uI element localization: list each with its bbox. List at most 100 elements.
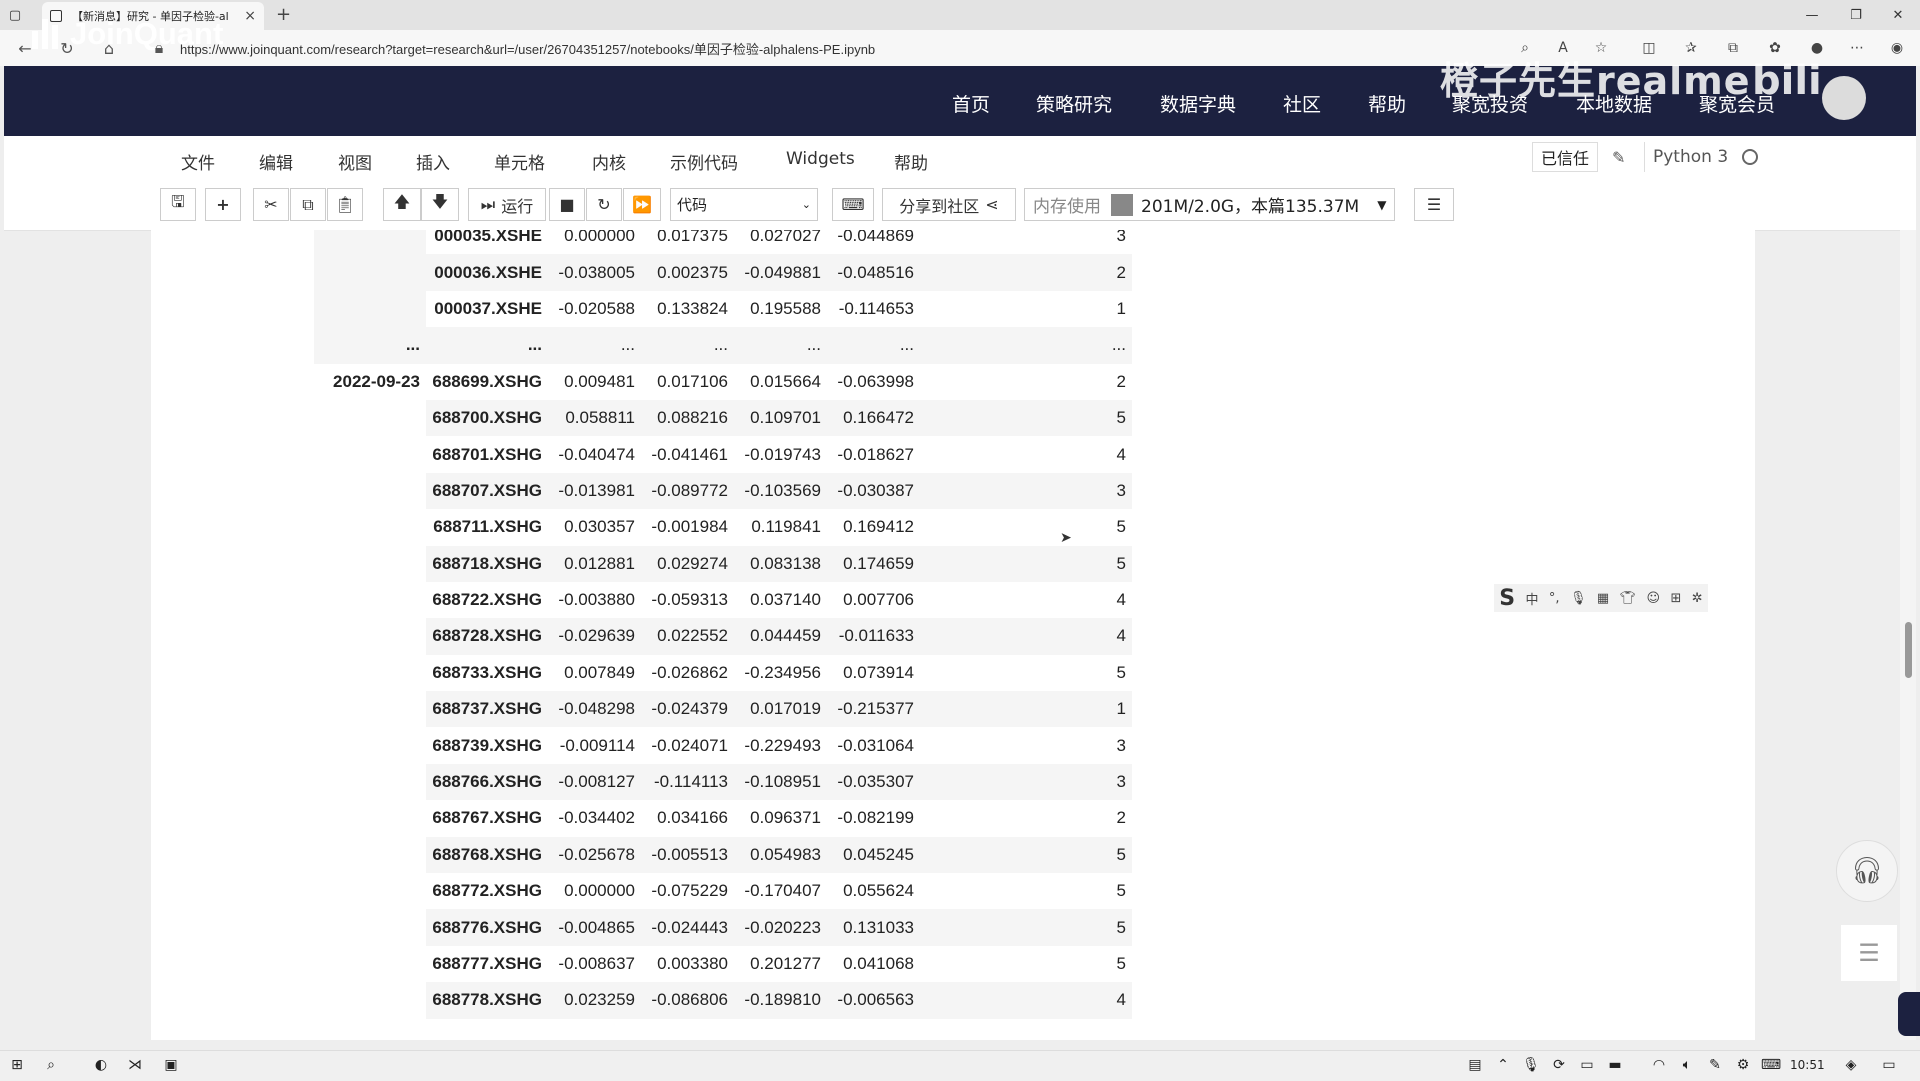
tray-battery-icon[interactable]: ▬	[1600, 1050, 1630, 1080]
tray-expand-icon[interactable]: ⌃	[1488, 1050, 1518, 1080]
edit-pencil-icon[interactable]: ✎	[1612, 148, 1625, 167]
arrow-down-icon[interactable]: 🡇	[421, 188, 459, 221]
tray-app-icon[interactable]: ▤	[1460, 1050, 1490, 1080]
menu-cell[interactable]: 单元格	[494, 149, 545, 174]
paste-icon[interactable]: 📋︎	[327, 188, 363, 221]
nav-help[interactable]: 帮助	[1368, 90, 1406, 117]
row-quantile: ...	[920, 327, 1132, 364]
vscode-icon[interactable]: ⋊	[120, 1050, 150, 1080]
tray-keyboard-icon[interactable]: ⌨	[1756, 1050, 1786, 1080]
row-value: -0.063998	[837, 371, 914, 391]
memory-usage[interactable]: 内存使用 201M/2.0G，本篇135.37M ▼	[1024, 188, 1396, 221]
row-quantile: 2	[1116, 371, 1126, 391]
row-date	[314, 509, 426, 545]
row-value: -0.170407	[744, 881, 821, 901]
menu-edit[interactable]: 编辑	[259, 149, 293, 174]
row-value: -0.041461	[651, 444, 728, 464]
minimize-icon[interactable]: —	[1790, 0, 1834, 30]
punctuation-icon[interactable]: °,	[1549, 591, 1560, 606]
headset-icon[interactable]: 🎧︎	[1836, 840, 1898, 902]
site-logo[interactable]: JoinQuant	[32, 16, 223, 52]
row-value: -0.008127	[548, 763, 641, 801]
ime-toolbar[interactable]: S 中 °, 🎙︎ ▦ 👕︎ ☺ ⊞ ✲	[1494, 584, 1708, 612]
fast-forward-icon[interactable]: ⏩	[623, 188, 661, 221]
restore-icon[interactable]: ❐	[1834, 0, 1878, 30]
nav-data-dictionary[interactable]: 数据字典	[1160, 90, 1236, 117]
nav-home[interactable]: 首页	[952, 90, 990, 117]
tray-mic-icon[interactable]: 🎙︎	[1516, 1050, 1546, 1080]
copilot-icon[interactable]: ◉	[1882, 30, 1912, 66]
row-value: -0.030387	[827, 472, 920, 510]
nav-strategy-research[interactable]: 策略研究	[1036, 90, 1112, 117]
row-date	[314, 618, 426, 654]
menu-file[interactable]: 文件	[181, 149, 215, 174]
cell-type-value: 代码	[677, 196, 708, 214]
row-quantile: 5	[920, 399, 1132, 437]
url-input[interactable]: https://www.joinquant.com/research?targe…	[180, 39, 875, 58]
cut-icon[interactable]: ✂	[253, 188, 289, 221]
app-icon[interactable]: ▣	[156, 1050, 186, 1080]
menu-kernel[interactable]: 内核	[592, 149, 626, 174]
tab-close-icon[interactable]: ×	[244, 8, 256, 24]
run-button[interactable]: ⏭ 运行	[468, 188, 546, 221]
menu-widgets[interactable]: Widgets	[786, 149, 855, 169]
copy-icon[interactable]: ⧉	[290, 188, 326, 221]
side-tab[interactable]	[1898, 992, 1920, 1036]
start-icon[interactable]: ⊞	[2, 1050, 32, 1080]
row-code: 688767.XSHG	[432, 808, 542, 828]
clock-time[interactable]: 10:51	[1790, 1058, 1825, 1072]
share-to-community-button[interactable]: 分享到社区 ⋖	[882, 188, 1016, 221]
row-date	[314, 873, 426, 909]
menu-examples[interactable]: 示例代码	[670, 149, 738, 174]
toc-icon[interactable]: ☰	[1840, 924, 1898, 982]
new-tab-button[interactable]: +	[276, 4, 291, 25]
more-icon[interactable]: ⋯	[1842, 30, 1872, 66]
row-value: -0.048516	[827, 254, 920, 291]
menu-help[interactable]: 帮助	[894, 149, 928, 174]
row-value: 0.037140	[750, 590, 821, 610]
restart-icon[interactable]: ↻	[586, 188, 622, 221]
close-window-icon[interactable]: ✕	[1876, 0, 1920, 30]
tray-sync-icon[interactable]: ⟳	[1544, 1050, 1574, 1080]
tray-volume-icon[interactable]: 🔈︎	[1672, 1050, 1702, 1080]
tray-pen-icon[interactable]: ✎	[1700, 1050, 1730, 1080]
plus-icon[interactable]: +	[205, 188, 241, 221]
tray-wifi-icon[interactable]: ◠	[1644, 1050, 1674, 1080]
row-value: -0.026862	[651, 662, 728, 682]
stop-icon[interactable]: ■	[549, 188, 585, 221]
nav-community[interactable]: 社区	[1283, 90, 1321, 117]
save-icon[interactable]: 🖫︎	[160, 188, 196, 221]
row-quantile: 2	[1116, 808, 1126, 828]
scrollbar-thumb[interactable]	[1905, 622, 1912, 678]
row-quantile: 5	[920, 836, 1132, 874]
list-icon[interactable]: ☰	[1414, 188, 1454, 221]
grid-icon[interactable]: ⊞	[1670, 591, 1681, 606]
microphone-icon[interactable]: 🎙︎	[1570, 591, 1587, 606]
search-icon[interactable]: ⌕	[36, 1050, 66, 1080]
window-menu-icon[interactable]: ▢	[0, 0, 30, 30]
row-code: 688733.XSHG	[432, 662, 542, 682]
tray-screen-icon[interactable]: ▭	[1572, 1050, 1602, 1080]
trusted-badge[interactable]: 已信任	[1532, 142, 1599, 172]
tray-app2-icon[interactable]: ◈	[1836, 1050, 1866, 1080]
tray-network-icon[interactable]: ⚙	[1728, 1050, 1758, 1080]
skin-icon[interactable]: 👕︎	[1620, 591, 1637, 606]
cell-type-select[interactable]: 代码 ⌄	[670, 188, 818, 221]
row-value: -0.234956	[744, 662, 821, 682]
arrow-up-icon[interactable]: 🡅	[383, 188, 421, 221]
row-value: 0.015664	[750, 371, 821, 391]
row-value: -0.001984	[651, 517, 728, 537]
user-avatar[interactable]	[1822, 76, 1866, 120]
notifications-icon[interactable]: ▭	[1874, 1050, 1904, 1080]
emoji-icon[interactable]: ☺	[1646, 591, 1660, 606]
ime-mode[interactable]: 中	[1525, 589, 1538, 608]
keyboard-layout-icon[interactable]: ▦	[1597, 591, 1609, 606]
keyboard-icon[interactable]: ⌨	[832, 188, 874, 221]
edge-icon[interactable]: ◐	[86, 1050, 116, 1080]
row-value: 0.041068	[843, 954, 914, 973]
settings-icon[interactable]: ✲	[1692, 591, 1703, 606]
row-value: -0.019743	[744, 444, 821, 464]
menu-insert[interactable]: 插入	[416, 149, 450, 174]
menu-view[interactable]: 视图	[338, 149, 372, 174]
memory-value: 201M/2.0G，本篇135.37M	[1141, 197, 1360, 217]
